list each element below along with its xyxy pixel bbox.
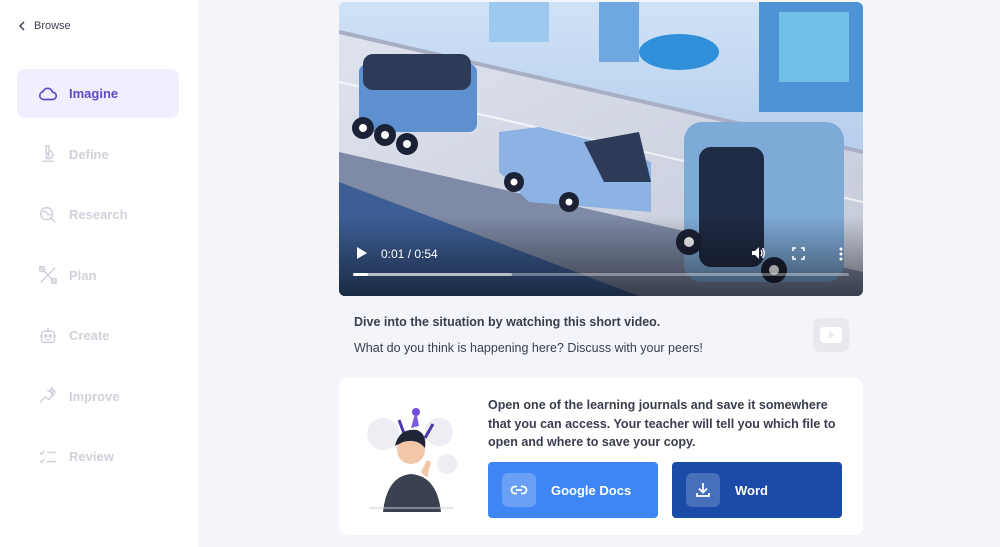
sidebar-item-plan[interactable]: Plan <box>17 251 179 300</box>
student-thinking-illustration <box>367 408 457 512</box>
robot-icon <box>39 327 57 343</box>
link-icon-wrap <box>502 473 536 507</box>
video-player[interactable]: 0:01 / 0:54 <box>339 2 863 296</box>
video-timecode: 0:01 / 0:54 <box>381 247 438 261</box>
youtube-icon <box>820 327 842 343</box>
chevron-left-icon <box>18 21 25 31</box>
video-description-prompt: What do you think is happening here? Dis… <box>354 341 703 355</box>
link-icon <box>510 485 528 495</box>
google-docs-button[interactable]: Google Docs <box>488 462 658 518</box>
video-progress-bar[interactable] <box>353 273 849 276</box>
play-icon[interactable] <box>355 246 369 260</box>
volume-icon[interactable] <box>750 245 766 261</box>
video-played-bar <box>353 273 368 276</box>
sidebar-item-improve[interactable]: Improve <box>17 372 179 421</box>
sidebar-item-label: Create <box>69 328 110 343</box>
video-description-title: Dive into the situation by watching this… <box>354 315 661 329</box>
tools-icon <box>39 266 57 284</box>
sidebar-item-imagine[interactable]: Imagine <box>17 69 179 118</box>
word-label: Word <box>735 482 768 498</box>
sidebar: Browse Imagine Define Research Plan Crea… <box>0 0 198 547</box>
sidebar-item-label: Imagine <box>69 86 119 101</box>
video-buffered-bar <box>353 273 512 276</box>
word-button[interactable]: Word <box>672 462 842 518</box>
download-icon-wrap <box>686 473 720 507</box>
download-icon <box>696 483 710 497</box>
sidebar-nav: Imagine Define Research Plan Create Impr… <box>17 69 179 493</box>
sidebar-item-create[interactable]: Create <box>17 311 179 360</box>
sidebar-item-label: Define <box>69 146 109 162</box>
sidebar-item-label: Plan <box>69 267 97 283</box>
more-options-icon[interactable] <box>838 246 844 262</box>
journal-instructions: Open one of the learning journals and sa… <box>488 398 836 449</box>
microscope-icon <box>42 145 54 163</box>
browse-label: Browse <box>34 20 71 32</box>
sidebar-item-label: Improve <box>69 388 120 404</box>
fullscreen-icon[interactable] <box>792 247 805 260</box>
browse-back-link[interactable]: Browse <box>18 20 71 32</box>
sparkle-chart-icon <box>39 385 57 403</box>
sidebar-item-define[interactable]: Define <box>17 130 179 179</box>
sidebar-item-label: Research <box>69 207 128 222</box>
checklist-icon <box>39 449 57 464</box>
sidebar-item-label: Review <box>69 449 114 464</box>
sidebar-item-research[interactable]: Research <box>17 190 179 239</box>
search-globe-icon <box>39 206 56 223</box>
learning-journal-card: Open one of the learning journals and sa… <box>339 378 863 535</box>
cloud-icon <box>39 87 58 100</box>
sidebar-item-review[interactable]: Review <box>17 432 179 481</box>
youtube-button[interactable] <box>813 318 849 352</box>
google-docs-label: Google Docs <box>551 482 632 498</box>
